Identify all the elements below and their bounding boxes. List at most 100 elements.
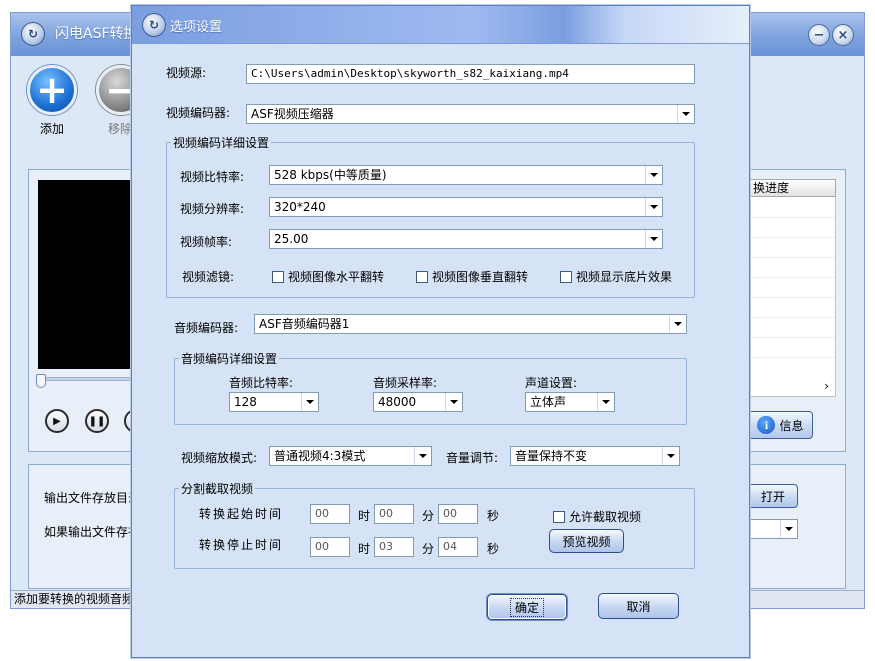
open-button[interactable]: 打开 (748, 484, 798, 508)
second-unit: 秒 (487, 509, 500, 523)
video-encoder-label: 视频编码器: (166, 106, 231, 120)
video-resolution-label: 视频分辨率: (180, 202, 245, 216)
video-resolution-select[interactable]: 320*240 (269, 197, 663, 217)
audio-channels-value: 立体声 (530, 395, 567, 409)
info-button[interactable]: i 信息 (748, 411, 813, 439)
volume-select[interactable]: 音量保持不变 (510, 446, 680, 466)
ok-button-label: 确定 (509, 597, 545, 617)
remove-button-label[interactable]: 移除 (108, 120, 132, 137)
video-bitrate-value: 528 kbps(中等质量) (274, 168, 387, 182)
scale-mode-label: 视频缩放模式: (181, 451, 258, 465)
video-detail-legend: 视频编码详细设置 (173, 136, 270, 150)
play-icon[interactable]: ▶ (45, 409, 69, 433)
video-encoder-value: ASF视频压缩器 (251, 107, 334, 121)
volume-label: 音量调节: (446, 451, 499, 465)
seek-slider[interactable] (37, 377, 132, 381)
audio-detail-legend: 音频编码详细设置 (181, 352, 278, 366)
audio-samplerate-select[interactable]: 48000 (373, 392, 463, 412)
stop-minute-field[interactable]: 03 (374, 537, 414, 557)
video-preview (38, 180, 138, 369)
pause-icon[interactable]: ❚❚ (85, 409, 109, 433)
chevron-down-icon[interactable] (645, 166, 662, 184)
allow-clip-label: 允许截取视频 (569, 510, 642, 524)
audio-bitrate-value: 128 (234, 395, 257, 409)
stop-hour-field[interactable]: 00 (310, 537, 350, 557)
start-second-field[interactable]: 00 (438, 504, 478, 524)
video-bitrate-label: 视频比特率: (180, 170, 245, 184)
chevron-down-icon[interactable] (780, 520, 797, 538)
output-exists-select[interactable] (748, 519, 798, 539)
audio-samplerate-value: 48000 (378, 395, 417, 409)
video-filter-label: 视频滤镜: (182, 270, 235, 284)
chevron-down-icon[interactable] (677, 105, 694, 123)
list-row-line (747, 237, 835, 238)
chevron-down-icon[interactable] (662, 447, 679, 465)
vflip-label: 视频图像垂直翻转 (432, 270, 529, 284)
dialog-titlebar[interactable]: ↻ 选项设置 (132, 6, 749, 44)
ok-button[interactable]: 确定 (487, 594, 567, 620)
video-bitrate-select[interactable]: 528 kbps(中等质量) (269, 165, 663, 185)
seek-slider-handle[interactable] (36, 374, 46, 388)
close-icon[interactable]: × (832, 24, 854, 46)
dialog-logo-icon: ↻ (142, 13, 166, 37)
video-encoder-select[interactable]: ASF视频压缩器 (246, 104, 695, 124)
list-row-line (747, 297, 835, 298)
video-source-field[interactable]: C:\Users\admin\Desktop\skyworth_s82_kaix… (246, 64, 695, 84)
chevron-down-icon[interactable] (445, 393, 462, 411)
start-hour-field[interactable]: 00 (310, 504, 350, 524)
add-button-label[interactable]: 添加 (40, 120, 64, 137)
file-list[interactable]: › (746, 197, 836, 397)
chevron-down-icon[interactable] (669, 315, 686, 333)
list-row-line (747, 317, 835, 318)
checkbox-box[interactable] (560, 270, 572, 283)
allow-clip-checkbox[interactable]: 允许截取视频 (553, 508, 641, 525)
negative-checkbox[interactable]: 视频显示底片效果 (560, 268, 672, 285)
audio-samplerate-label: 音频采样率: (373, 376, 438, 390)
volume-value: 音量保持不变 (515, 449, 588, 463)
hour-unit: 时 (358, 509, 371, 523)
video-source-label: 视频源: (166, 66, 207, 80)
output-dir-label: 输出文件存放目录 (44, 491, 141, 505)
output-exists-label: 如果输出文件存在 (44, 525, 141, 539)
start-minute-field[interactable]: 00 (374, 504, 414, 524)
checkbox-box[interactable] (553, 510, 565, 523)
negative-label: 视频显示底片效果 (576, 270, 673, 284)
chevron-down-icon[interactable] (597, 393, 614, 411)
audio-channels-select[interactable]: 立体声 (525, 392, 615, 412)
scale-mode-value: 普通视频4:3模式 (274, 449, 366, 463)
audio-encoder-value: ASF音频编码器1 (259, 317, 350, 331)
checkbox-box[interactable] (272, 270, 284, 283)
video-framerate-select[interactable]: 25.00 (269, 229, 663, 249)
scale-mode-select[interactable]: 普通视频4:3模式 (269, 446, 432, 466)
app-logo-icon: ↻ (21, 22, 45, 46)
audio-bitrate-select[interactable]: 128 (229, 392, 319, 412)
cancel-button[interactable]: 取消 (598, 593, 679, 619)
checkbox-box[interactable] (416, 270, 428, 283)
chevron-down-icon[interactable] (645, 230, 662, 248)
info-icon: i (757, 416, 776, 434)
video-framerate-label: 视频帧率: (180, 235, 233, 249)
preview-video-button[interactable]: 预览视频 (549, 529, 624, 553)
stop-second-field[interactable]: 04 (438, 537, 478, 557)
audio-encoder-select[interactable]: ASF音频编码器1 (254, 314, 687, 334)
audio-channels-label: 声道设置: (525, 376, 578, 390)
chevron-down-icon[interactable] (414, 447, 431, 465)
options-dialog: ↻ 选项设置 视频源: C:\Users\admin\Desktop\skywo… (131, 5, 750, 658)
scroll-right-icon[interactable]: › (824, 379, 829, 393)
hflip-checkbox[interactable]: 视频图像水平翻转 (272, 268, 384, 285)
list-row-line (747, 277, 835, 278)
list-column-header[interactable]: 换进度 (746, 179, 836, 197)
vflip-checkbox[interactable]: 视频图像垂直翻转 (416, 268, 528, 285)
dialog-title: 选项设置 (170, 20, 223, 35)
chevron-down-icon[interactable] (645, 198, 662, 216)
start-time-label: 转换起始时间 (199, 507, 284, 521)
video-resolution-value: 320*240 (274, 200, 326, 214)
minimize-icon[interactable]: − (808, 24, 830, 46)
chevron-down-icon[interactable] (301, 393, 318, 411)
list-row-line (747, 257, 835, 258)
add-button-icon[interactable]: + (27, 65, 77, 115)
clip-legend: 分割截取视频 (181, 482, 254, 496)
list-row-line (747, 357, 835, 358)
audio-bitrate-label: 音频比特率: (229, 376, 294, 390)
info-button-label: 信息 (779, 418, 804, 433)
